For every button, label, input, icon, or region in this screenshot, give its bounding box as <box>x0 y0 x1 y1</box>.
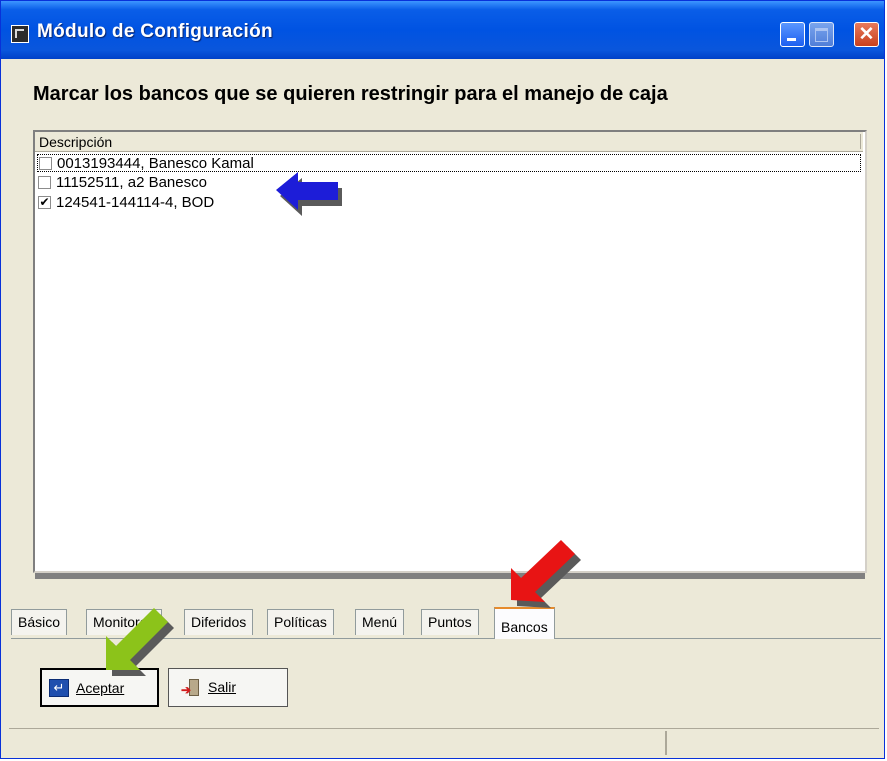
status-bar <box>9 728 879 756</box>
list-item[interactable]: ✔ 124541-144114-4, BOD <box>37 194 861 212</box>
minimize-button[interactable] <box>780 22 805 47</box>
red-arrow-annotation <box>511 540 581 608</box>
banks-listview[interactable]: Descripción 0013193444, Banesco Kamal 11… <box>33 130 867 579</box>
tab-menu[interactable]: Menú <box>355 609 405 635</box>
row-checkbox[interactable] <box>39 157 52 170</box>
status-divider <box>665 731 667 755</box>
close-button[interactable]: ✕ <box>854 22 879 47</box>
blue-arrow-annotation <box>276 172 342 216</box>
row-checkbox[interactable] <box>38 176 51 189</box>
green-arrow-annotation <box>106 608 174 676</box>
list-item[interactable]: 0013193444, Banesco Kamal <box>37 154 861 172</box>
tab-basico[interactable]: Básico <box>11 609 68 635</box>
enter-icon: ↵ <box>49 679 69 697</box>
tab-puntos[interactable]: Puntos <box>421 609 479 635</box>
tab-politicas[interactable]: Políticas <box>267 609 334 635</box>
app-icon <box>11 25 29 43</box>
close-icon: ✕ <box>858 24 875 45</box>
title-bar[interactable]: Módulo de Configuración ✕ <box>1 1 884 59</box>
column-header-description[interactable]: Descripción <box>35 132 863 152</box>
exit-button[interactable]: ➔ Salir <box>168 668 288 707</box>
maximize-button[interactable] <box>809 22 834 47</box>
window-title: Módulo de Configuración <box>37 21 273 42</box>
row-checkbox[interactable]: ✔ <box>38 196 51 209</box>
page-heading: Marcar los bancos que se quieren restrin… <box>33 83 668 105</box>
list-item[interactable]: 11152511, a2 Banesco <box>37 174 861 192</box>
tab-diferidos[interactable]: Diferidos <box>184 609 254 635</box>
exit-door-icon: ➔ <box>181 679 201 697</box>
